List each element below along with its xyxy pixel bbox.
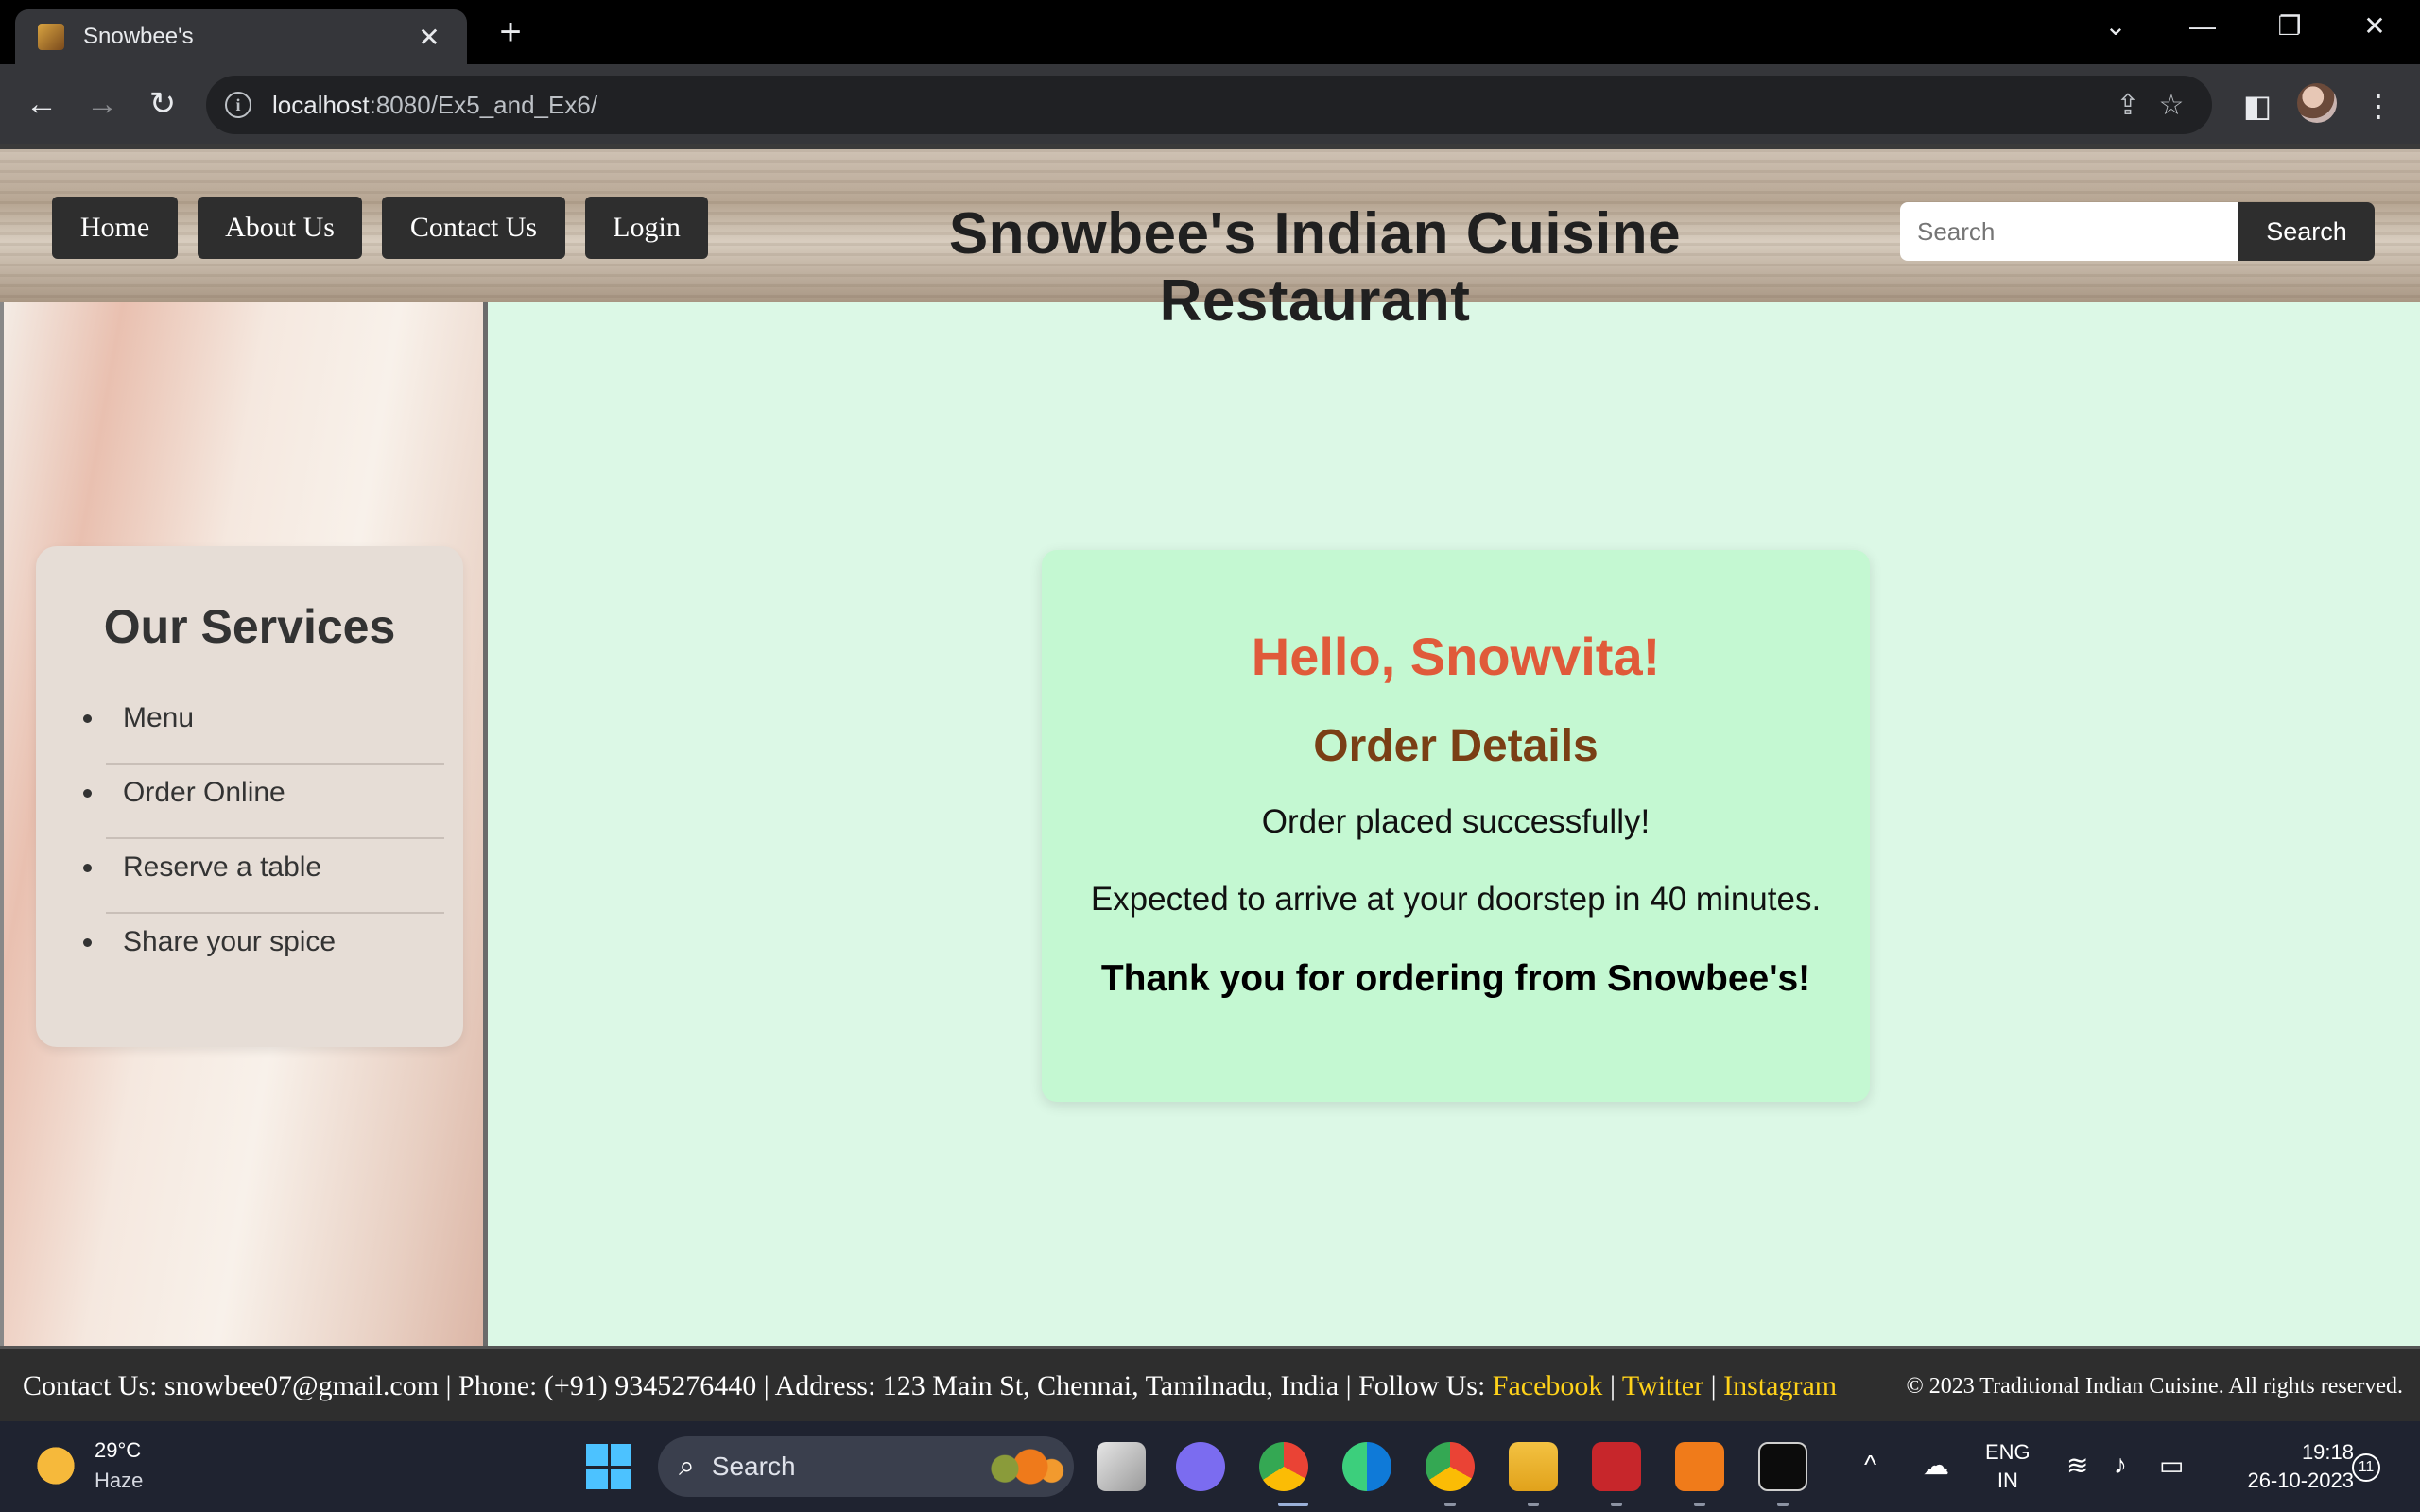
language-indicator[interactable]: ENG IN <box>1985 1438 2031 1495</box>
browser-tab-strip: Snowbee's ✕ + ⌄ — ❐ ✕ <box>0 0 2420 64</box>
tab-title: Snowbee's <box>83 24 194 49</box>
order-details-heading: Order Details <box>1313 721 1599 771</box>
edge-icon[interactable] <box>1342 1442 1392 1491</box>
service-item-order-online[interactable]: Order Online <box>106 765 444 839</box>
volume-icon[interactable]: ♪ <box>2114 1450 2127 1480</box>
site-header: Home About Us Contact Us Login Snowbee's… <box>0 144 2420 334</box>
nav-contact-button[interactable]: Contact Us <box>382 197 565 259</box>
clock[interactable]: 19:18 26-10-2023 <box>2218 1438 2354 1495</box>
order-status-text: Order placed successfully! <box>1261 803 1651 840</box>
chrome-profile-icon[interactable] <box>1426 1442 1475 1491</box>
windows-taskbar: 29°C Haze ⌕ Search ^ ☁ ENG IN ≋ ♪ ▭ 19:18… <box>0 1421 2420 1512</box>
site-search-input[interactable] <box>1900 202 2238 261</box>
footer-copyright: © 2023 Traditional Indian Cuisine. All r… <box>1906 1374 2403 1399</box>
twitter-link[interactable]: Twitter <box>1622 1370 1703 1401</box>
service-item-share-spice[interactable]: Share your spice <box>106 914 444 988</box>
app-indicator <box>1777 1503 1789 1506</box>
web-page: Home About Us Contact Us Login Snowbee's… <box>0 144 2420 1421</box>
nav-login-button[interactable]: Login <box>585 197 708 259</box>
windows-start-icon[interactable] <box>586 1444 631 1489</box>
notification-badge[interactable]: 11 <box>2352 1453 2380 1482</box>
weather-haze-icon[interactable] <box>32 1442 79 1489</box>
profile-avatar[interactable] <box>2297 83 2337 123</box>
services-panel: Our Services Menu Order Online Reserve a… <box>36 546 463 1047</box>
app-indicator <box>1694 1503 1705 1506</box>
service-item-reserve-table[interactable]: Reserve a table <box>106 839 444 914</box>
nav-home-button[interactable]: Home <box>52 197 178 259</box>
site-search-button[interactable]: Search <box>2238 202 2375 261</box>
taskbar-search-label: Search <box>711 1452 796 1481</box>
minimize-button[interactable]: — <box>2180 8 2225 45</box>
onedrive-icon[interactable]: ☁ <box>1923 1450 1949 1481</box>
greeting-heading: Hello, Snowvita! <box>1251 627 1661 686</box>
url-text: localhost:8080/Ex5_and_Ex6/ <box>272 90 598 119</box>
teams-chat-icon[interactable] <box>1176 1442 1225 1491</box>
close-window-button[interactable]: ✕ <box>2352 8 2397 45</box>
close-tab-icon[interactable]: ✕ <box>414 22 444 53</box>
back-button[interactable]: ← <box>19 83 64 125</box>
bookmark-star-icon[interactable]: ☆ <box>2150 89 2193 122</box>
sidebar: Our Services Menu Order Online Reserve a… <box>0 302 488 1346</box>
app-indicator <box>1611 1503 1622 1506</box>
site-info-icon[interactable]: i <box>225 92 251 118</box>
wifi-icon[interactable]: ≋ <box>2066 1450 2088 1481</box>
restore-button[interactable]: ❐ <box>2267 8 2312 45</box>
battery-icon[interactable]: ▭ <box>2159 1450 2184 1481</box>
forward-button[interactable]: → <box>79 83 125 125</box>
side-panel-icon[interactable]: ◧ <box>2237 87 2278 125</box>
address-bar[interactable]: i localhost:8080/Ex5_and_Ex6/ ⇪ ☆ <box>206 76 2212 134</box>
footer-contact: Contact Us: snowbee07@gmail.com | Phone:… <box>23 1370 1838 1401</box>
show-hidden-icons-icon[interactable]: ^ <box>1864 1450 1876 1480</box>
weather-condition[interactable]: Haze <box>95 1469 143 1493</box>
active-app-indicator <box>1278 1503 1308 1506</box>
instagram-link[interactable]: Instagram <box>1723 1370 1837 1401</box>
new-tab-button[interactable]: + <box>492 13 529 51</box>
site-title: Snowbee's Indian Cuisine Restaurant <box>948 201 1682 334</box>
site-footer: Contact Us: snowbee07@gmail.com | Phone:… <box>0 1346 2420 1421</box>
task-view-icon[interactable] <box>1097 1442 1146 1491</box>
tab-search-icon[interactable]: ⌄ <box>2093 8 2138 45</box>
site-favicon-icon <box>38 24 64 50</box>
nav-about-button[interactable]: About Us <box>198 197 362 259</box>
xampp-icon[interactable] <box>1675 1442 1724 1491</box>
chrome-icon[interactable] <box>1259 1442 1308 1491</box>
taskbar-search[interactable]: ⌕ Search <box>658 1436 1074 1497</box>
services-list: Menu Order Online Reserve a table Share … <box>74 690 444 988</box>
security-app-icon[interactable] <box>1592 1442 1641 1491</box>
terminal-icon[interactable] <box>1758 1442 1807 1491</box>
order-card: Hello, Snowvita! Order Details Order pla… <box>1042 550 1870 1102</box>
weather-temperature[interactable]: 29°C <box>95 1438 141 1463</box>
app-indicator <box>1528 1503 1539 1506</box>
browser-toolbar: ← → ↻ i localhost:8080/Ex5_and_Ex6/ ⇪ ☆ … <box>0 64 2420 144</box>
search-highlight-icon <box>979 1446 1064 1487</box>
chrome-menu-icon[interactable]: ⋮ <box>2358 87 2399 125</box>
service-item-menu[interactable]: Menu <box>106 690 444 765</box>
file-explorer-icon[interactable] <box>1509 1442 1558 1491</box>
delivery-eta-text: Expected to arrive at your doorstep in 4… <box>1090 881 1822 918</box>
share-icon[interactable]: ⇪ <box>2106 89 2150 122</box>
facebook-link[interactable]: Facebook <box>1493 1370 1603 1401</box>
browser-tab[interactable]: Snowbee's ✕ <box>15 9 467 64</box>
search-icon: ⌕ <box>679 1451 695 1482</box>
app-indicator <box>1444 1503 1456 1506</box>
services-heading: Our Services <box>103 600 396 653</box>
reload-button[interactable]: ↻ <box>140 83 185 125</box>
thank-you-text: Thank you for ordering from Snowbee's! <box>1100 958 1811 999</box>
